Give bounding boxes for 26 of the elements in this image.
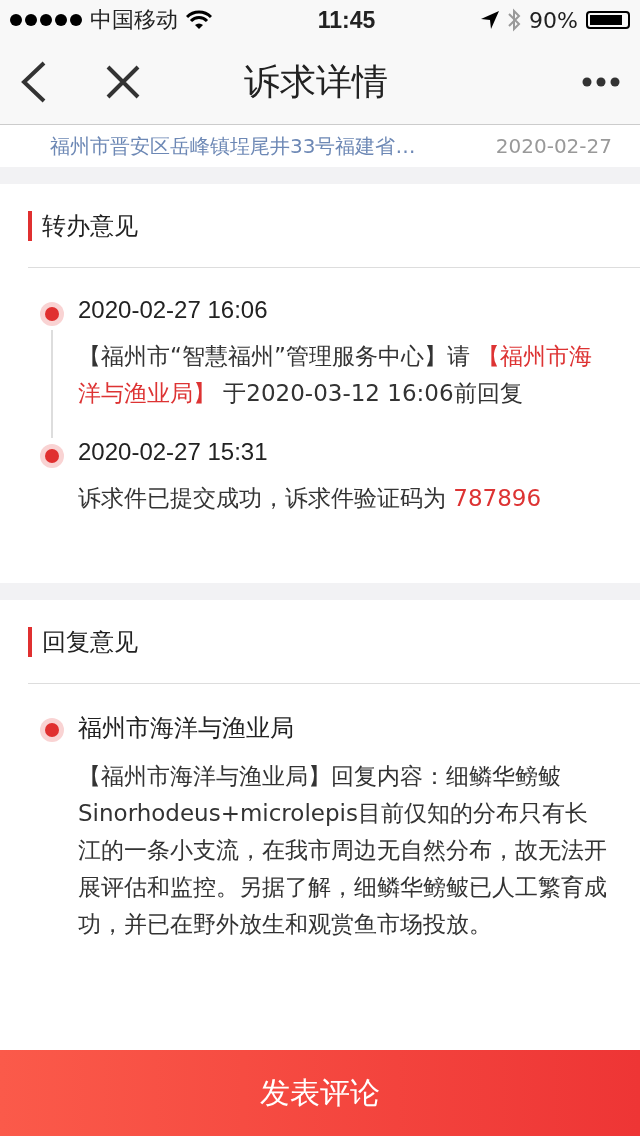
timeline-text: 诉求件已提交成功，诉求件验证码为 787896 (78, 484, 543, 513)
timeline-text: 【福州市“智慧福州”管理服务中心】请 【福州市海洋与渔业局】 于2020-03-12 16:06前回复 (78, 342, 594, 408)
timeline-dot-icon (40, 302, 64, 326)
close-icon[interactable] (106, 65, 140, 99)
status-time: 11:45 (316, 6, 377, 34)
timeline-heading: 2020-02-27 15:31 (78, 438, 269, 466)
address-link[interactable]: 福州市晋安区岳峰镇埕尾井33号福建省… (50, 132, 486, 160)
wifi-icon (186, 10, 212, 30)
bluetooth-icon (507, 8, 522, 32)
section-title: 转办意见 (42, 210, 138, 242)
page-title: 诉求详情 (243, 59, 389, 104)
carrier-name: 中国移动 (90, 6, 178, 34)
back-icon[interactable] (20, 61, 48, 103)
timeline-dot-icon (40, 444, 64, 468)
more-icon[interactable] (582, 77, 620, 87)
timeline-heading: 2020-02-27 16:06 (78, 296, 269, 324)
timeline-text: 【福州市海洋与渔业局】回复内容：细鳞华鳑鲏Sinorhodeus+microlepis目前仅知的分布只有长江的一条小支流，在我市周边无自然分布，故无法开展评估和监控。另据了解，细鳞华鳑鲏已人工繁育成功，并已在野外放生和观赏鱼市场投放。 (78, 762, 608, 939)
battery-icon (586, 11, 630, 29)
post-comment-button[interactable]: 发表评论 (0, 1050, 640, 1136)
battery-percent: 90% (529, 7, 578, 33)
timeline-dot-icon (40, 718, 64, 742)
section-title: 回复意见 (42, 626, 138, 658)
location-arrow-icon (481, 11, 500, 29)
signal-icon (10, 14, 82, 26)
address-date: 2020-02-27 (495, 134, 612, 158)
timeline-heading: 福州市海洋与渔业局 (78, 713, 295, 743)
